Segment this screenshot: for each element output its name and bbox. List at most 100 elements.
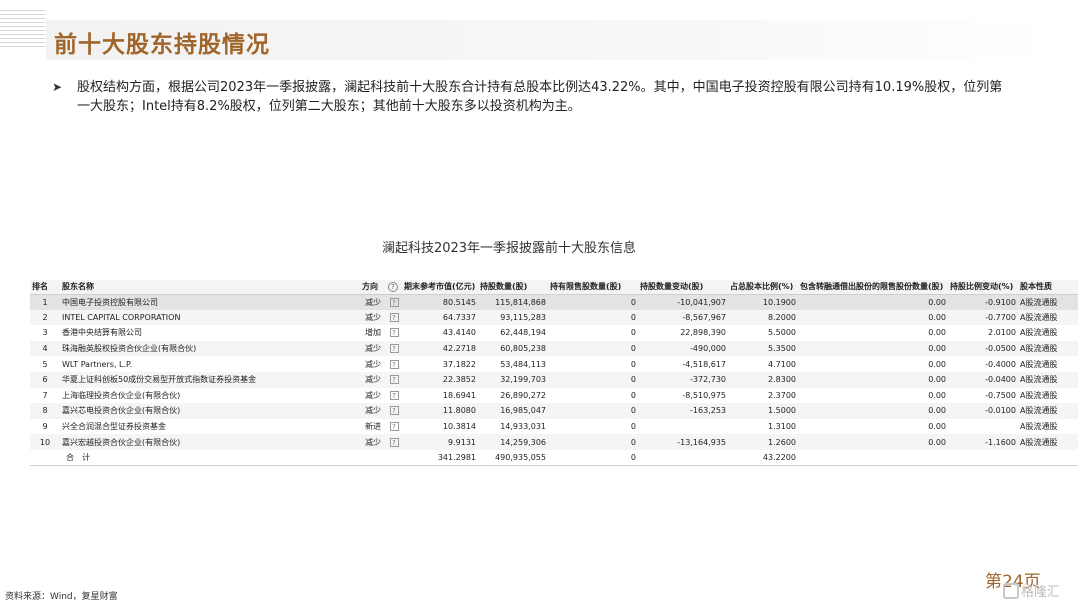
header-ratio-change[interactable]: 持股比例变动(%)	[948, 280, 1018, 295]
page-title: 前十大股东持股情况	[54, 32, 270, 58]
cell-nature: A股流通股	[1018, 434, 1078, 450]
table-row[interactable]: 8 嘉兴芯电投资合伙企业(有限合伙) 减少? 11.8080 16,985,047 0 -1…	[30, 403, 1078, 419]
cell-restricted: 0	[548, 309, 638, 326]
header-rank[interactable]: 排名	[30, 280, 60, 295]
cell-restricted: 0	[630, 422, 636, 432]
cell-restricted: 0	[630, 328, 636, 338]
cell-direction: 减少	[360, 403, 386, 419]
cell-lent: 0.00	[928, 390, 946, 400]
cell-ratio-change: -0.0400	[948, 371, 1018, 388]
table-row[interactable]: 4 珠海融英股权投资合伙企业(有限合伙) 减少? 42.2718 60,805,238 0…	[30, 340, 1078, 357]
cell-market-value: 43.4140	[442, 328, 476, 338]
table-row[interactable]: 7 上海临理投资合伙企业(有限合伙) 减少? 18.6941 26,890,272 0 -8…	[30, 388, 1078, 404]
summary-text: 股权结构方面，根据公司2023年一季报披露，澜起科技前十大股东合计持有总股本比例…	[77, 80, 1003, 114]
help-box-icon[interactable]: ?	[389, 312, 399, 322]
help-box-icon[interactable]: ?	[389, 297, 399, 307]
cell-help: ?	[386, 294, 402, 310]
cell-ratio-change: -0.7500	[985, 390, 1016, 400]
help-box-icon[interactable]: ?	[389, 437, 399, 447]
total-row: 合 计 341.2981 490,935,055 0 43.2200	[30, 449, 1078, 467]
help-circle-icon[interactable]: ?	[388, 281, 398, 292]
table-row[interactable]: 1 中国电子投资控股有限公司 减少? 80.5145 115,814,868 0 -10,0…	[30, 294, 1078, 310]
help-box-icon[interactable]: ?	[389, 406, 399, 416]
cell-rank: 9	[42, 422, 48, 432]
cell-change: -8,510,975	[682, 390, 726, 400]
cell-market-value: 42.2718	[402, 340, 478, 357]
cell-direction: 减少	[360, 340, 386, 357]
header-name[interactable]: 股东名称	[60, 280, 360, 295]
table-row[interactable]: 6 华夏上证科创板50成份交易型开放式指数证券投资基金 减少? 22.3852 32,1…	[30, 371, 1078, 388]
help-box-icon[interactable]: ?	[389, 375, 399, 385]
header-ratio[interactable]: 占总股本比例(%)	[728, 280, 798, 295]
header-restricted[interactable]: 持有限售股数量(股)	[548, 280, 638, 295]
cell-ratio: 5.5000	[768, 328, 796, 338]
cell-market-value: 18.6941	[442, 390, 476, 400]
header-lent[interactable]: 包含转融通借出股份的限售股份数量(股)	[798, 280, 948, 295]
help-box-icon[interactable]: ?	[389, 422, 399, 432]
header-change[interactable]: 持股数量变动(股)	[638, 280, 728, 295]
cell-rank: 2	[30, 309, 60, 326]
total-label: 合 计	[60, 449, 360, 467]
cell-rank: 4	[30, 340, 60, 357]
cell-ratio: 1.2600	[728, 434, 798, 450]
header-shares[interactable]: 持股数量(股)	[478, 280, 548, 295]
cell-market-value: 9.9131	[402, 434, 478, 450]
brand-name: 格隆汇	[1021, 585, 1061, 600]
help-box-icon[interactable]: ?	[389, 390, 399, 400]
help-box-icon[interactable]: ?	[389, 359, 399, 369]
cell-lent: 0.00	[928, 422, 946, 432]
cell-direction: 增加	[365, 328, 381, 338]
cell-nature: A股流通股	[1018, 340, 1078, 357]
cell-ratio: 10.1900	[728, 294, 798, 310]
cell-lent: 0.00	[798, 371, 948, 388]
cell-rank: 5	[42, 359, 48, 369]
total-ratio: 43.2200	[728, 449, 798, 467]
cell-ratio: 8.2000	[728, 309, 798, 326]
cell-help: ?	[386, 325, 402, 341]
cell-direction: 新进	[365, 422, 381, 432]
cell-change: -163,253	[638, 403, 728, 419]
cell-holder-name: 中国电子投资控股有限公司	[60, 294, 360, 310]
table-row[interactable]: 5 WLT Partners, L.P. 减少? 37.1822 53,484,113 0…	[30, 356, 1078, 372]
cell-direction: 减少	[365, 390, 381, 400]
header-nature[interactable]: 股本性质	[1018, 280, 1078, 295]
cell-market-value: 10.3814	[442, 422, 476, 432]
cell-direction: 减少	[360, 309, 386, 326]
cell-market-value: 37.1822	[442, 359, 476, 369]
cell-restricted: 0	[630, 359, 636, 369]
cell-change: -372,730	[638, 371, 728, 388]
header-direction[interactable]: 方向	[360, 280, 386, 295]
cell-ratio-change: -0.0100	[948, 403, 1018, 419]
cell-help: ?	[386, 356, 402, 372]
cell-shares: 62,448,194	[500, 328, 546, 338]
brand-watermark: 格隆汇	[1003, 581, 1060, 600]
cell-ratio-change: 2.0100	[988, 328, 1016, 338]
table-row[interactable]: 9 兴全合润混合型证券投资基金 新进? 10.3814 14,933,031 0 1.310…	[30, 419, 1078, 435]
cell-ratio-change	[948, 419, 1018, 435]
cell-nature: A股流通股	[1020, 422, 1058, 432]
cell-lent: 0.00	[798, 294, 948, 310]
cell-shares: 14,259,306	[478, 434, 548, 450]
header-help[interactable]: ?	[386, 280, 402, 295]
arrow-bullet-icon: ➤	[52, 80, 63, 94]
header-market-value[interactable]: 期末参考市值(亿元)	[402, 280, 478, 295]
cell-shares: 26,890,272	[500, 390, 546, 400]
total-shares: 490,935,055	[478, 449, 548, 467]
cell-shares: 16,985,047	[478, 403, 548, 419]
cell-ratio: 2.8300	[728, 371, 798, 388]
table-row[interactable]: 10 嘉兴宏越投资合伙企业(有限合伙) 减少? 9.9131 14,259,306 0 -1…	[30, 434, 1078, 450]
cell-restricted: 0	[548, 340, 638, 357]
table-header-row: 排名 股东名称 方向 ? 期末参考市值(亿元) 持股数量(股) 持有限售股数量(…	[30, 280, 1078, 295]
cell-change	[638, 419, 728, 435]
cell-help: ?	[386, 419, 402, 435]
cell-restricted: 0	[548, 434, 638, 450]
cell-ratio: 4.7100	[768, 359, 796, 369]
table-row[interactable]: 3 香港中央结算有限公司 增加? 43.4140 62,448,194 0 22,898,3…	[30, 325, 1078, 341]
gelonghui-logo-icon	[1003, 583, 1019, 599]
table-row[interactable]: 2 INTEL CAPITAL CORPORATION 减少? 64.7337 93,1…	[30, 309, 1078, 326]
cell-rank: 7	[42, 390, 48, 400]
help-box-icon[interactable]: ?	[389, 344, 399, 354]
cell-rank: 3	[42, 328, 48, 338]
cell-shares: 14,933,031	[500, 422, 546, 432]
help-box-icon[interactable]: ?	[389, 328, 399, 338]
